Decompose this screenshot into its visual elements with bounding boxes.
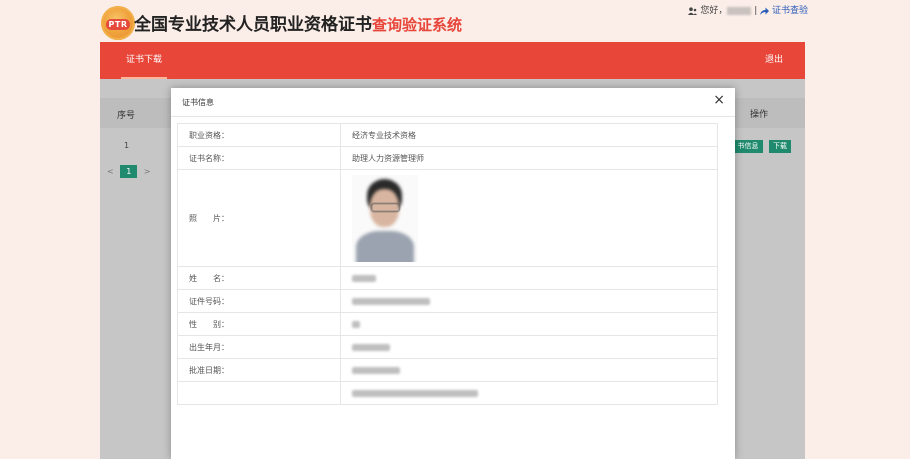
name-label: 姓 名：: [177, 266, 341, 290]
gender-label: 性 别：: [177, 312, 341, 336]
table-row: 职业资格： 经济专业技术资格: [177, 123, 718, 147]
birth-value: [340, 335, 718, 359]
extra-label: [177, 381, 341, 405]
logo-text: PTR: [106, 19, 130, 30]
current-page-button[interactable]: 1: [120, 165, 138, 178]
cert-name-value: 助理人力资源管理师: [340, 146, 718, 170]
download-button[interactable]: 下载: [769, 140, 791, 153]
user-name: [727, 6, 752, 15]
table-row: 性 别：: [177, 312, 718, 336]
id-number-label: 证件号码：: [177, 289, 341, 313]
qualification-value: 经济专业技术资格: [340, 123, 718, 147]
user-icon: [688, 6, 698, 15]
share-arrow-icon: [760, 7, 770, 15]
site-title-sub: 查询验证系统: [372, 16, 463, 34]
table-row: 批准日期：: [177, 358, 718, 382]
user-bar: 您好， | 证书查验: [688, 3, 808, 16]
extra-value: [340, 381, 718, 405]
logout-link[interactable]: 退出: [765, 42, 783, 79]
user-separator: |: [751, 6, 761, 16]
approve-date-label: 批准日期：: [177, 358, 341, 382]
row-seq: 1: [124, 141, 130, 150]
gender-value: [340, 312, 718, 336]
table-row: 姓 名：: [177, 266, 718, 290]
cert-info-table: 职业资格： 经济专业技术资格 证书名称： 助理人力资源管理师 照 片： 姓 名：…: [177, 123, 718, 405]
site-title: 全国专业技术人员职业资格证书查询验证系统: [134, 10, 462, 35]
verify-link[interactable]: 证书查验: [772, 6, 808, 16]
next-page-button[interactable]: >: [144, 167, 151, 176]
cert-name-label: 证书名称：: [177, 146, 341, 170]
table-row: 出生年月：: [177, 335, 718, 359]
cert-info-modal: 证书信息 × 职业资格： 经济专业技术资格 证书名称： 助理人力资源管理师 照 …: [171, 88, 735, 459]
column-op: 操作: [749, 110, 768, 120]
table-row: [177, 381, 718, 405]
birth-label: 出生年月：: [177, 335, 341, 359]
id-photo: [352, 174, 418, 262]
table-row: 证书名称： 助理人力资源管理师: [177, 146, 718, 170]
cert-info-button[interactable]: 书信息: [733, 140, 763, 153]
modal-header: 证书信息 ×: [171, 88, 735, 117]
prev-page-button[interactable]: <: [107, 167, 114, 176]
photo-cell: [340, 169, 718, 267]
modal-title: 证书信息: [182, 98, 214, 107]
navbar: 证书下载 退出: [100, 42, 805, 79]
table-row: 证件号码：: [177, 289, 718, 313]
site-title-main: 全国专业技术人员职业资格证书: [134, 15, 372, 35]
column-seq: 序号: [117, 111, 136, 121]
approve-date-value: [340, 358, 718, 382]
table-row: 照 片：: [177, 169, 718, 267]
pagination: < 1 >: [107, 165, 151, 178]
photo-label: 照 片：: [177, 169, 341, 267]
close-icon[interactable]: ×: [713, 92, 725, 108]
id-number-value: [340, 289, 718, 313]
ptr-logo: PTR: [101, 6, 135, 40]
tab-cert-download[interactable]: 证书下载: [116, 42, 172, 79]
qualification-label: 职业资格：: [177, 123, 341, 147]
user-greeting: 您好，: [700, 6, 728, 16]
name-value: [340, 266, 718, 290]
